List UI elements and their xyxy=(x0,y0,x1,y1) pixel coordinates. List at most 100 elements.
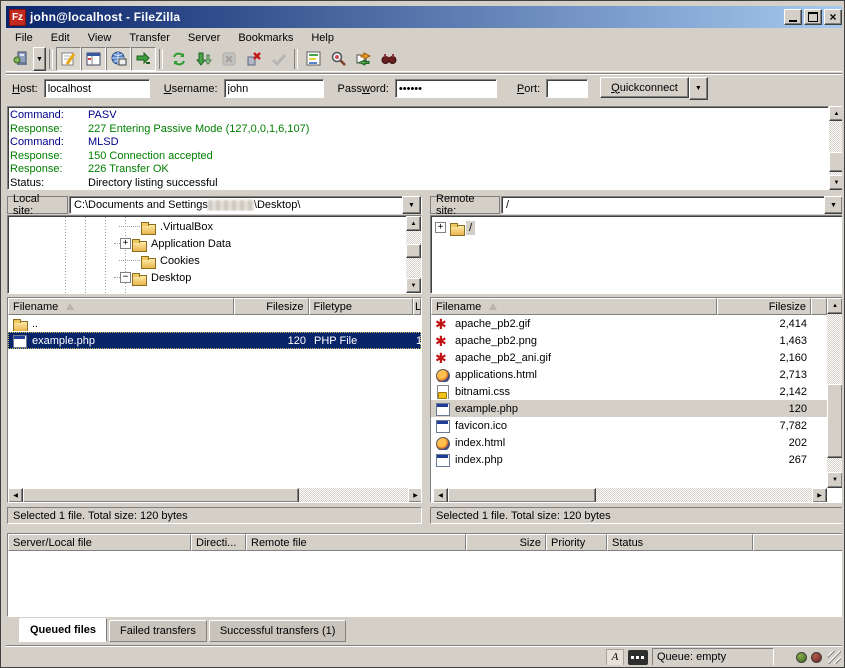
scroll-thumb[interactable] xyxy=(448,488,596,503)
remote-site-dropdown[interactable]: ▼ xyxy=(824,196,843,214)
column-header-filetype[interactable]: Filetype xyxy=(309,298,414,315)
tree-item-application-data[interactable]: + Application Data xyxy=(8,235,421,252)
maximize-button[interactable] xyxy=(804,9,822,25)
speed-limit-icon[interactable] xyxy=(628,650,648,665)
tab-successful-transfers-1-[interactable]: Successful transfers (1) xyxy=(209,620,347,642)
scroll-down-button[interactable]: ▼ xyxy=(406,278,421,293)
toggle-local-tree-button[interactable] xyxy=(81,47,106,71)
password-input[interactable] xyxy=(395,79,497,98)
file-row-applications.html[interactable]: applications.html 2,713 xyxy=(431,366,843,383)
remote-list-hscrollbar[interactable]: ◀ ▶ xyxy=(431,488,827,503)
disconnect-button[interactable] xyxy=(241,47,266,71)
scroll-down-button[interactable]: ▼ xyxy=(829,175,844,190)
local-tree-scrollbar[interactable]: ▲ ▼ xyxy=(406,216,421,293)
scroll-up-button[interactable]: ▲ xyxy=(827,298,843,314)
menu-transfer[interactable]: Transfer xyxy=(120,30,179,46)
host-input[interactable] xyxy=(44,79,150,98)
scroll-right-button[interactable]: ▶ xyxy=(812,488,827,503)
process-queue-button[interactable] xyxy=(191,47,216,71)
expand-icon[interactable]: + xyxy=(120,238,131,249)
column-header-priority[interactable]: Priority xyxy=(546,534,607,551)
column-header-local-file[interactable]: Server/Local file xyxy=(8,534,191,551)
column-header-filename[interactable]: Filename xyxy=(431,298,717,315)
scroll-thumb[interactable] xyxy=(406,244,421,258)
menu-file[interactable]: File xyxy=(6,30,42,46)
remote-list-vscrollbar[interactable]: ▲ ▼ xyxy=(827,298,843,488)
file-row-bitnami.css[interactable]: bitnami.css 2,142 xyxy=(431,383,843,400)
file-row-..[interactable]: .. xyxy=(8,315,421,332)
scroll-thumb[interactable] xyxy=(827,384,843,458)
column-header-direction[interactable]: Directi... xyxy=(191,534,246,551)
close-button[interactable]: × xyxy=(824,9,842,25)
image-file-icon xyxy=(435,351,452,365)
file-row-apache-pb2.gif[interactable]: apache_pb2.gif 2,414 xyxy=(431,315,843,332)
file-row-favicon.ico[interactable]: favicon.ico 7,782 xyxy=(431,417,843,434)
refresh-button[interactable] xyxy=(166,47,191,71)
maximize-icon xyxy=(808,12,818,22)
tab-failed-transfers[interactable]: Failed transfers xyxy=(109,620,207,642)
tree-item-desktop[interactable]: − Desktop xyxy=(8,269,421,286)
port-input[interactable] xyxy=(546,79,588,98)
file-row-example.php[interactable]: example.php 120 PHP File 1 xyxy=(8,332,421,349)
toggle-message-log-button[interactable] xyxy=(56,47,81,71)
column-header-size[interactable]: Size xyxy=(466,534,546,551)
log-scrollbar[interactable]: ▲ ▼ xyxy=(829,106,844,190)
scroll-up-button[interactable]: ▲ xyxy=(406,216,421,231)
expand-icon[interactable]: + xyxy=(435,222,446,233)
toggle-remote-tree-button[interactable] xyxy=(106,47,131,71)
menu-edit[interactable]: Edit xyxy=(42,30,79,46)
scroll-right-button[interactable]: ▶ xyxy=(408,488,422,503)
titlebar[interactable]: Fz john@localhost - FileZilla × xyxy=(6,6,845,28)
scroll-thumb[interactable] xyxy=(829,152,844,172)
redacted-username xyxy=(208,200,254,211)
transfer-type-icon[interactable]: A xyxy=(606,649,624,666)
local-list-hscrollbar[interactable]: ◀ ▶ xyxy=(8,488,422,503)
scroll-left-button[interactable]: ◀ xyxy=(433,488,448,503)
collapse-icon[interactable]: − xyxy=(120,272,131,283)
find-button[interactable] xyxy=(376,47,401,71)
menu-bookmarks[interactable]: Bookmarks xyxy=(229,30,302,46)
remote-site-combo[interactable]: / ▼ xyxy=(501,196,844,214)
tree-item-cookies[interactable]: Cookies xyxy=(8,252,421,269)
minimize-button[interactable] xyxy=(784,9,802,25)
menu-view[interactable]: View xyxy=(79,30,121,46)
quickconnect-button[interactable]: Quickconnect xyxy=(600,77,689,98)
tab-queued-files[interactable]: Queued files xyxy=(19,618,107,642)
site-manager-dropdown[interactable]: ▼ xyxy=(33,47,46,71)
filter-button[interactable] xyxy=(301,47,326,71)
resize-grip[interactable] xyxy=(828,651,841,664)
column-header-filesize[interactable]: Filesize xyxy=(234,298,309,315)
scroll-thumb[interactable] xyxy=(23,488,299,503)
toggle-transfer-queue-button[interactable] xyxy=(131,47,156,71)
column-header-remote-file[interactable]: Remote file xyxy=(246,534,466,551)
queue-header: Server/Local file Directi... Remote file… xyxy=(8,534,843,551)
tree-item-root[interactable]: + / xyxy=(435,219,843,236)
sync-browse-button[interactable] xyxy=(351,47,376,71)
local-site-dropdown[interactable]: ▼ xyxy=(402,196,421,214)
local-site-combo[interactable]: C:\Documents and Settings\Desktop\ ▼ xyxy=(69,196,422,214)
file-row-apache-pb2.png[interactable]: apache_pb2.png 1,463 xyxy=(431,332,843,349)
reconnect-button[interactable] xyxy=(266,47,291,71)
column-header-lastmodified[interactable]: L xyxy=(413,298,421,315)
username-input[interactable] xyxy=(224,79,324,98)
tree-item--virtualbox[interactable]: .VirtualBox xyxy=(8,218,421,235)
cancel-button[interactable] xyxy=(216,47,241,71)
folder-icon xyxy=(140,254,157,268)
column-header-filesize[interactable]: Filesize xyxy=(717,298,811,315)
scroll-down-button[interactable]: ▼ xyxy=(827,472,843,488)
compare-button[interactable] xyxy=(326,47,351,71)
file-row-apache-pb2-ani.gif[interactable]: apache_pb2_ani.gif 2,160 xyxy=(431,349,843,366)
menu-help[interactable]: Help xyxy=(302,30,343,46)
menu-server[interactable]: Server xyxy=(179,30,229,46)
remote-directory-tree: + / xyxy=(430,215,844,294)
scroll-left-button[interactable]: ◀ xyxy=(8,488,23,503)
column-header-filename[interactable]: Filename xyxy=(8,298,234,315)
column-header-status[interactable]: Status xyxy=(607,534,753,551)
site-manager-button[interactable] xyxy=(8,47,33,71)
scroll-up-button[interactable]: ▲ xyxy=(829,106,844,121)
file-row-index.php[interactable]: index.php 267 xyxy=(431,451,843,468)
quickconnect-dropdown[interactable]: ▼ xyxy=(689,77,708,100)
file-row-index.html[interactable]: index.html 202 xyxy=(431,434,843,451)
file-row-example.php[interactable]: example.php 120 xyxy=(431,400,843,417)
statusbar: A Queue: empty xyxy=(6,645,845,668)
